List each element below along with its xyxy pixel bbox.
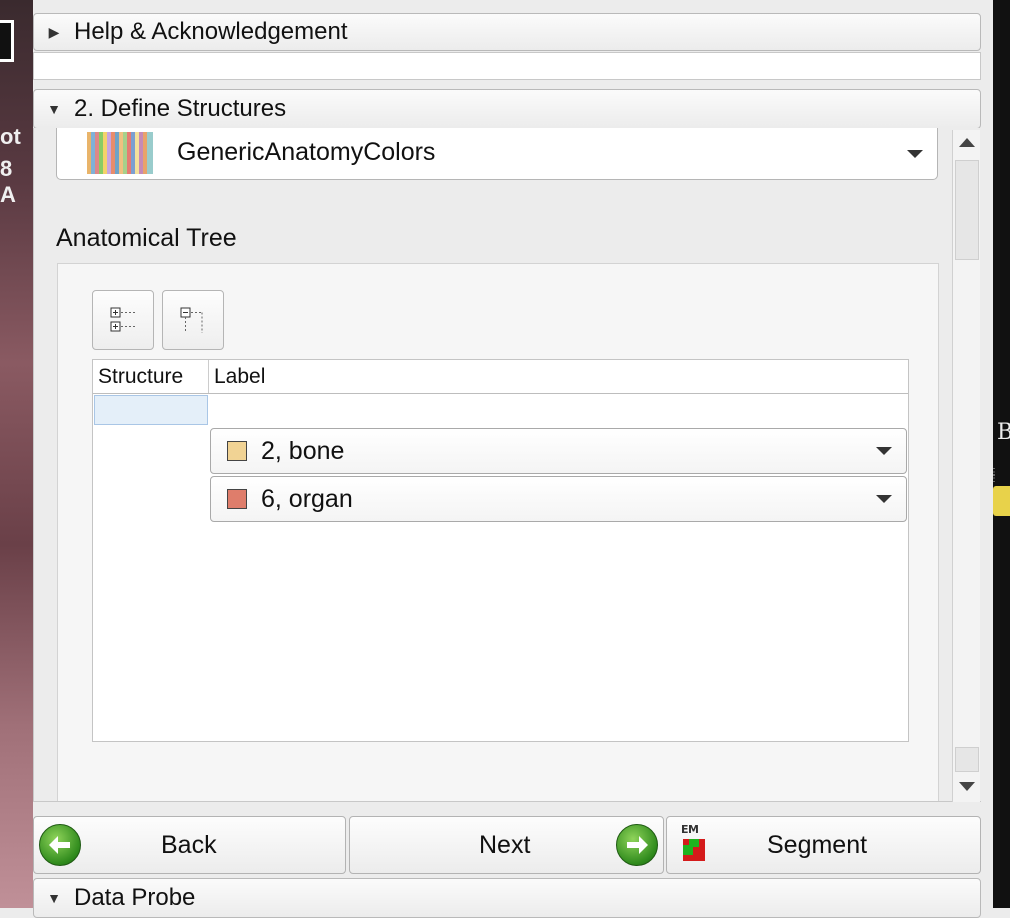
module-panel: ▶ Help & Acknowledgement ▼ 2. Define Str… (33, 0, 993, 918)
scroll-up-arrow-icon[interactable] (959, 138, 975, 147)
section-define-body: GenericAnatomyColors Anatomical Tree Str… (33, 128, 981, 802)
color-table-select[interactable]: GenericAnatomyColors (56, 128, 938, 180)
anatomical-tree-title: Anatomical Tree (56, 224, 237, 252)
label-color-swatch (227, 489, 247, 509)
expand-all-button[interactable] (92, 290, 154, 350)
chevron-down-icon (876, 495, 892, 503)
chevron-down-icon (876, 447, 892, 455)
scrollbar-track-segment[interactable] (955, 747, 979, 772)
label-color-swatch (227, 441, 247, 461)
section-help-header[interactable]: ▶ Help & Acknowledgement (33, 13, 981, 51)
expand-tree-icon (110, 307, 135, 332)
scroll-down-arrow-icon[interactable] (959, 782, 975, 791)
background-text-fragment: 8 A (0, 156, 16, 207)
anatomical-tree-table[interactable]: Structure Label 2, bone 6, organ (92, 359, 909, 742)
section-help-title: Help & Acknowledgement (74, 18, 348, 45)
arrow-left-icon (39, 824, 81, 866)
desktop-background-right: B ⋮ ⋮ (989, 0, 1010, 908)
vertical-scrollbar[interactable] (952, 130, 980, 802)
column-header-label[interactable]: Label (214, 365, 265, 389)
chevron-down-icon (907, 150, 923, 158)
next-button[interactable]: Next (349, 816, 664, 874)
table-header: Structure Label (93, 360, 908, 394)
background-text-fragment: ot (0, 124, 21, 149)
section-probe-header[interactable]: ▼ Data Probe (33, 878, 981, 918)
label-select-bone[interactable]: 2, bone (210, 428, 907, 474)
scrollbar-thumb[interactable] (955, 160, 979, 260)
collapse-all-button[interactable] (162, 290, 224, 350)
section-define-header[interactable]: ▼ 2. Define Structures (33, 89, 981, 129)
back-button[interactable]: Back (33, 816, 346, 874)
arrow-right-icon (616, 824, 658, 866)
desktop-background-left: ot 8 A (0, 0, 33, 908)
section-help-body (33, 52, 981, 80)
section-define-title: 2. Define Structures (74, 95, 287, 122)
collapsed-arrow-icon: ▶ (48, 23, 60, 40)
label-select-text: 6, organ (261, 485, 353, 513)
em-segmenter-icon: EM (681, 823, 707, 865)
segment-button-label: Segment (767, 831, 868, 859)
background-highlight (993, 486, 1010, 516)
color-table-swatch-icon (87, 132, 153, 174)
tree-row-selected-cell[interactable] (94, 395, 208, 425)
window-edge-icon (0, 20, 14, 62)
back-button-label: Back (161, 831, 217, 859)
expanded-arrow-icon: ▼ (47, 101, 61, 117)
next-button-label: Next (479, 831, 531, 859)
column-divider[interactable] (208, 360, 209, 393)
collapse-tree-icon (180, 307, 203, 333)
expanded-arrow-icon: ▼ (47, 890, 61, 906)
segment-button[interactable]: EM Segment (666, 816, 981, 874)
background-text-fragment: B (997, 420, 1010, 445)
column-header-structure[interactable]: Structure (98, 365, 183, 389)
anatomical-tree-group: Structure Label 2, bone 6, organ (57, 263, 939, 801)
label-select-organ[interactable]: 6, organ (210, 476, 907, 522)
label-select-text: 2, bone (261, 437, 345, 465)
color-table-name: GenericAnatomyColors (177, 138, 436, 166)
